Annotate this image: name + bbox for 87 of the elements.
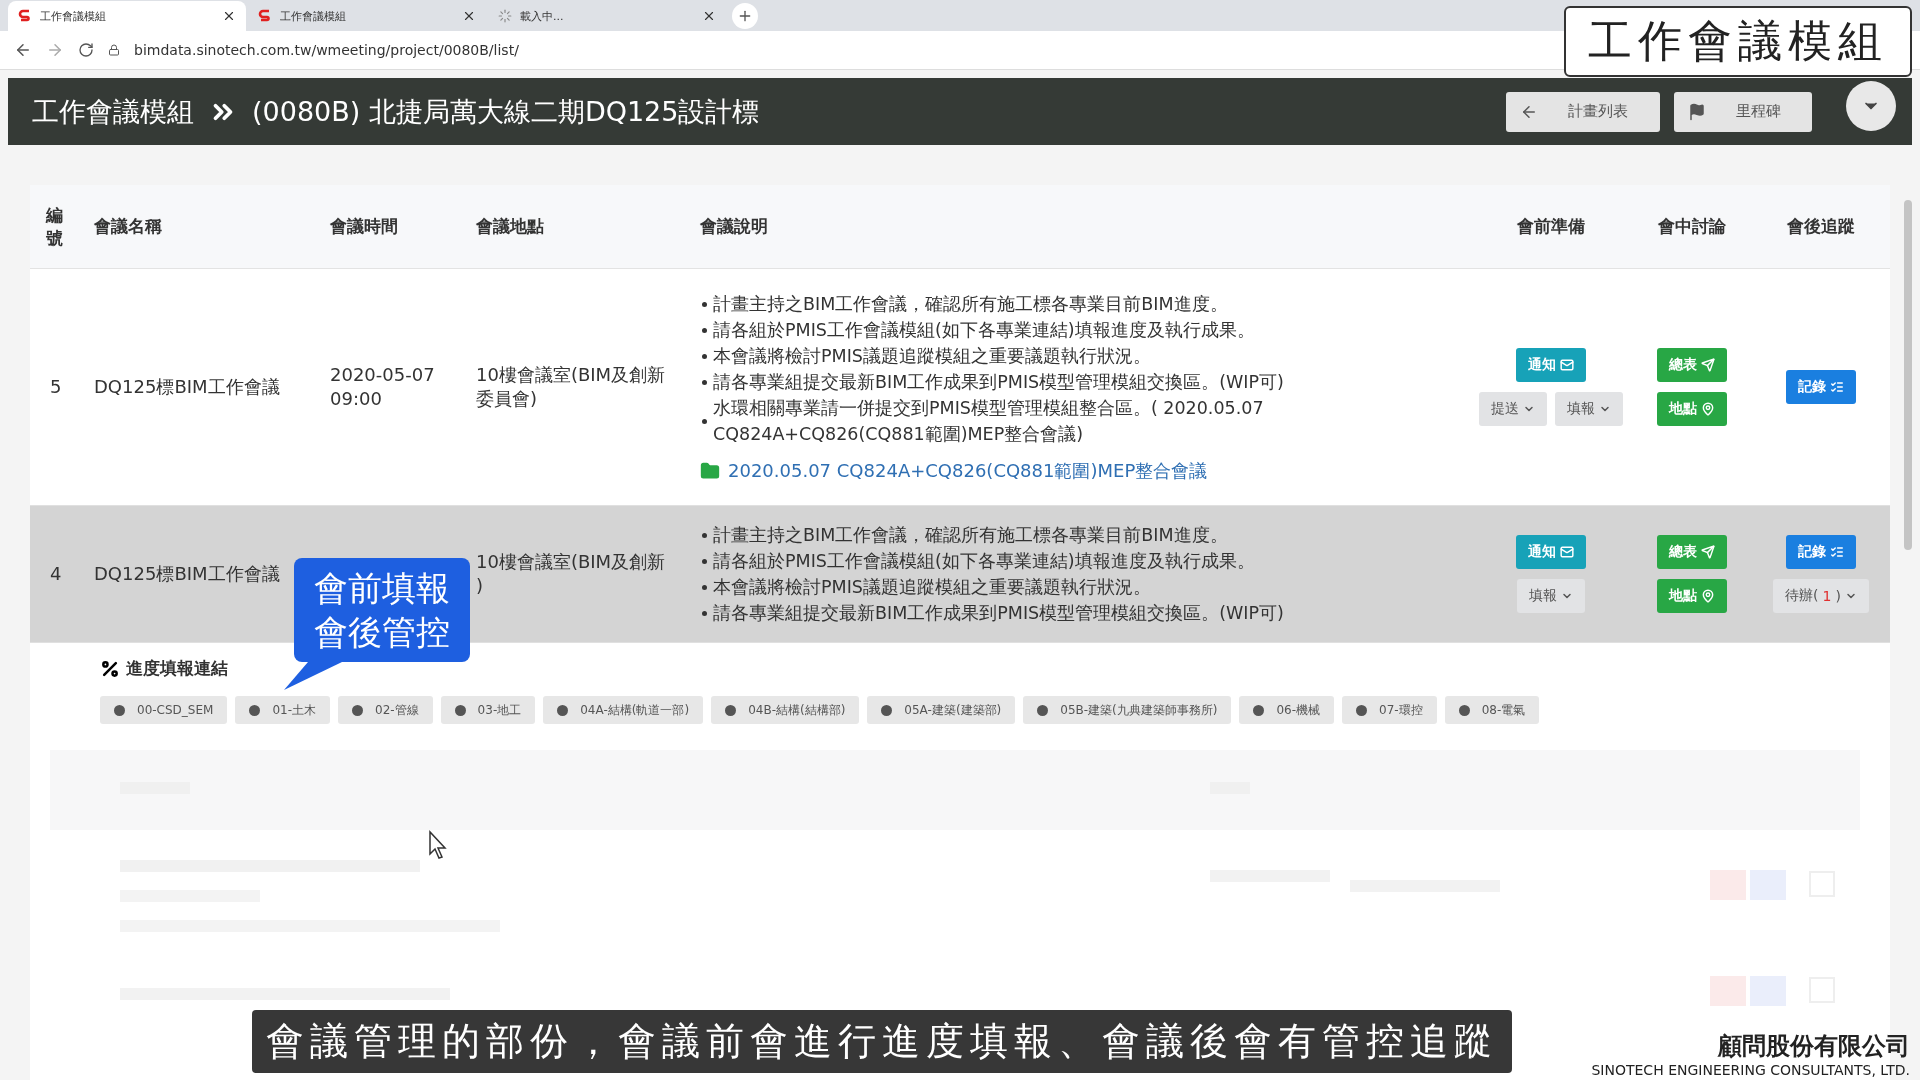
progress-link-chip[interactable]: 07-環控 — [1342, 696, 1437, 724]
project-title: (0080B) 北捷局萬大線二期DQ125設計標 — [252, 94, 760, 129]
site-logo-icon — [18, 9, 32, 24]
tab-title: 工作會議模組 — [40, 8, 107, 24]
new-tab-button[interactable] — [732, 3, 758, 30]
note-text: 水環相關專業請一併提交到PMIS模型管理模組整合區。( 2020.05.07 CQ824A+CQ826(CQ881範圍)MEP整合會議) — [713, 397, 1265, 446]
todo-dropdown-button[interactable]: 待辦( 1 ) — [1773, 579, 1869, 613]
list-icon — [1830, 380, 1844, 394]
column-header: 會議說明 — [700, 215, 769, 238]
bullet-icon — [702, 301, 707, 307]
note-text: 計畫主持之BIM工作會議，確認所有施工標各專業目前BIM進度。 — [713, 524, 1228, 547]
bullet-icon — [702, 327, 707, 333]
progress-link-chip[interactable]: 08-電氣 — [1444, 696, 1540, 724]
module-title: 工作會議模組 — [32, 94, 194, 129]
reload-icon[interactable] — [78, 42, 94, 59]
table-cell-text: 2020-05-07 09:00 — [330, 362, 436, 411]
note-text: 本會議將檢討PMIS議題追蹤模組之重要議題執行狀況。 — [713, 345, 1151, 368]
scrollbar[interactable] — [1904, 200, 1912, 550]
section-title: 進度填報連結 — [126, 657, 228, 680]
list-icon — [1830, 545, 1844, 559]
dropdown-button[interactable]: 提送 — [1479, 392, 1547, 426]
company-name-english: SINOTECH ENGINEERING CONSULTANTS, LTD. — [1591, 1062, 1910, 1078]
milestone-button[interactable]: 里程碑 — [1674, 91, 1812, 132]
bullet-icon — [702, 610, 707, 616]
table-cell-text: 4 — [49, 561, 63, 586]
dropdown-button[interactable]: 填報 — [1555, 392, 1623, 426]
mail-icon — [1560, 545, 1574, 559]
progress-link-chip[interactable]: 04B-結構(結構部) — [711, 696, 860, 724]
table-cell-text: DQ125標BIM工作會議 — [93, 374, 281, 399]
project-list-button[interactable]: 計畫列表 — [1506, 91, 1660, 132]
table-cell-text: 10樓會議室(BIM及創新 — [476, 549, 667, 574]
progress-link-chip[interactable]: 04A-結構(軌道一部) — [543, 696, 704, 724]
bullet-icon — [702, 379, 707, 385]
progress-link-chip[interactable]: 03-地工 — [440, 696, 536, 724]
subtitle-caption: 會議管理的部份，會議前會進行進度填報、會議後會有管控追蹤 — [252, 1010, 1512, 1073]
column-header: 會中討論 — [1658, 215, 1726, 238]
table-cell-text: 5 — [49, 374, 63, 399]
note-text: 本會議將檢討PMIS議題追蹤模組之重要議題執行狀況。 — [713, 576, 1151, 599]
column-header: 會後追蹤 — [1787, 215, 1855, 238]
progress-link-chip[interactable]: 00-CSD_SEM — [100, 696, 228, 724]
note-text: 請各組於PMIS工作會議模組(如下各專業連結)填報進度及執行成果。 — [713, 550, 1255, 573]
bullet-icon — [702, 558, 707, 564]
tab-title: 載入中... — [520, 8, 565, 24]
record-button[interactable]: 記錄 — [1786, 370, 1856, 404]
column-header: 會前準備 — [1517, 215, 1585, 238]
column-header: 編號 — [46, 204, 63, 249]
bullet-icon — [702, 532, 707, 538]
progress-link-chip[interactable]: 05A-建築(建築部) — [867, 696, 1016, 724]
progress-link-chip[interactable]: 06-機械 — [1239, 696, 1335, 724]
overlay-label: 工作會議模組 — [1564, 6, 1912, 77]
company-name: 顧問股份有限公司 — [1718, 1030, 1910, 1062]
record-button[interactable]: 記錄 — [1786, 535, 1856, 569]
table-cell-text: ) — [476, 574, 485, 598]
dropdown-button[interactable]: 填報 — [1517, 579, 1585, 613]
bullet-icon — [702, 584, 707, 590]
map-pin-icon — [1701, 589, 1715, 603]
column-header: 會議名稱 — [93, 215, 163, 238]
map-pin-icon — [1701, 402, 1715, 416]
flag-icon — [1688, 102, 1706, 121]
progress-link-chip[interactable]: 02-管線 — [338, 696, 433, 724]
bullet-icon — [702, 418, 707, 424]
table-cell-text: 10樓會議室(BIM及創新委員會) — [476, 362, 667, 411]
lock-icon — [108, 44, 120, 57]
note-text: 請各專業組提交最新BIM工作成果到PMIS模型管理模組交換區。(WIP可) — [713, 602, 1284, 625]
table-cell-text: DQ125標BIM工作會議 — [93, 561, 281, 586]
meeting-link[interactable]: 2020.05.07 CQ824A+CQ826(CQ881範圍)MEP整合會議 — [728, 459, 1208, 483]
column-header: 會議時間 — [330, 215, 399, 238]
note-text: 請各專業組提交最新BIM工作成果到PMIS模型管理模組交換區。(WIP可) — [713, 371, 1284, 394]
cursor-icon — [428, 830, 448, 860]
progress-link-chip[interactable]: 05B-建築(九典建築師事務所) — [1023, 696, 1232, 724]
mail-icon — [1560, 358, 1574, 372]
dropdown-toggle[interactable] — [1846, 80, 1896, 131]
browser-tab[interactable]: 工作會議模組 — [8, 1, 246, 32]
url-field[interactable]: bimdata.sinotech.com.tw/wmeeting/project/0080B/list/ — [134, 42, 519, 59]
send-icon — [1701, 358, 1715, 372]
callout-text: 會前填報 — [314, 567, 450, 610]
bullet-icon — [702, 353, 707, 359]
folder-icon — [700, 461, 720, 481]
loading-icon — [498, 9, 512, 24]
column-header: 會議地點 — [476, 215, 545, 238]
tab-title: 工作會議模組 — [280, 8, 347, 24]
progress-link-chip[interactable]: 01-土木 — [235, 696, 330, 724]
send-icon — [1701, 545, 1715, 559]
percent-icon — [100, 658, 120, 679]
note-text: 計畫主持之BIM工作會議，確認所有施工標各專業目前BIM進度。 — [713, 293, 1228, 316]
site-logo-icon — [258, 9, 272, 24]
note-text: 請各組於PMIS工作會議模組(如下各專業連結)填報進度及執行成果。 — [713, 319, 1255, 342]
